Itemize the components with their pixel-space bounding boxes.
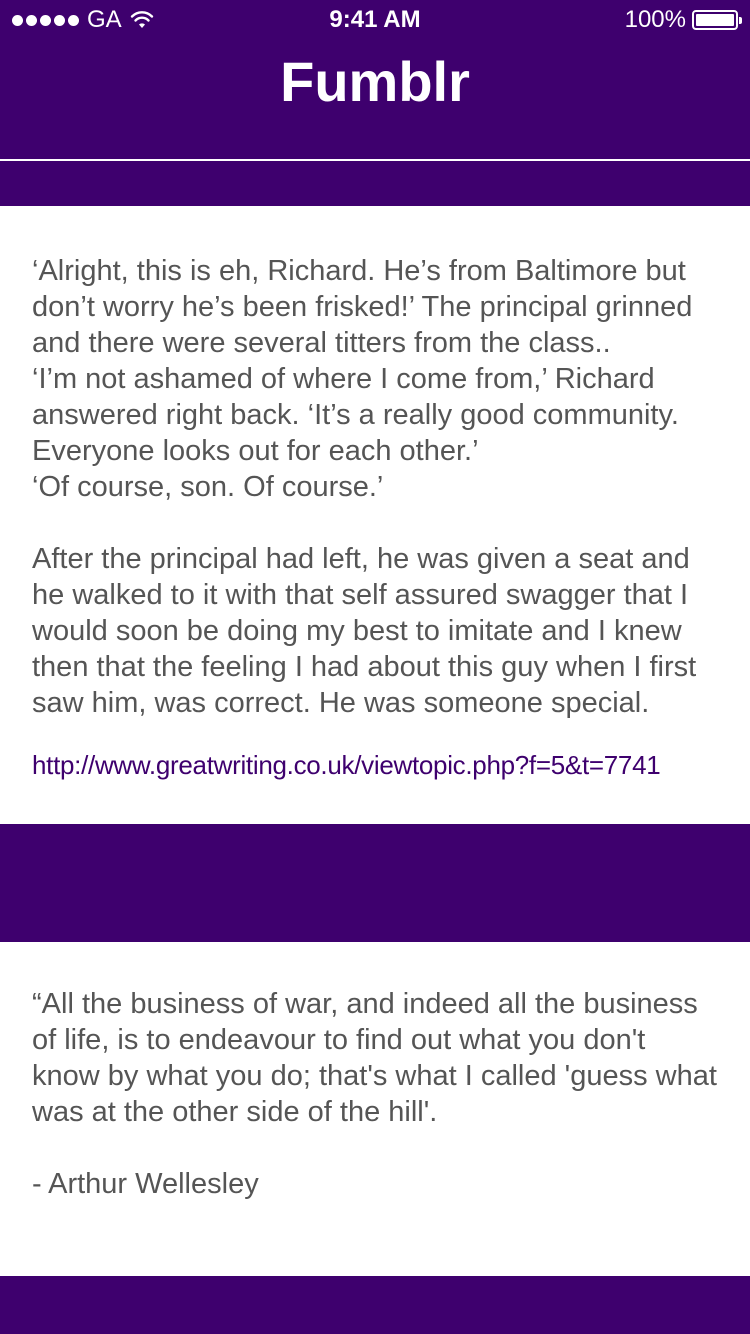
nav-divider <box>0 159 750 161</box>
battery-percentage: 100% <box>624 6 686 33</box>
post-link[interactable]: http://www.greatwriting.co.uk/viewtopic.… <box>32 748 718 782</box>
post-text: ‘Alright, this is eh, Richard. He’s from… <box>32 255 697 719</box>
post-card: “All the business of war, and indeed all… <box>0 942 750 1276</box>
status-right: 100% <box>624 6 742 34</box>
post-text: “All the business of war, and indeed all… <box>32 988 717 1200</box>
status-bar: GA 9:41 AM 100% <box>0 0 750 40</box>
post-card: ‘Alright, this is eh, Richard. He’s from… <box>0 206 750 824</box>
app-title: Fumblr <box>280 50 470 113</box>
battery-icon <box>692 10 742 30</box>
